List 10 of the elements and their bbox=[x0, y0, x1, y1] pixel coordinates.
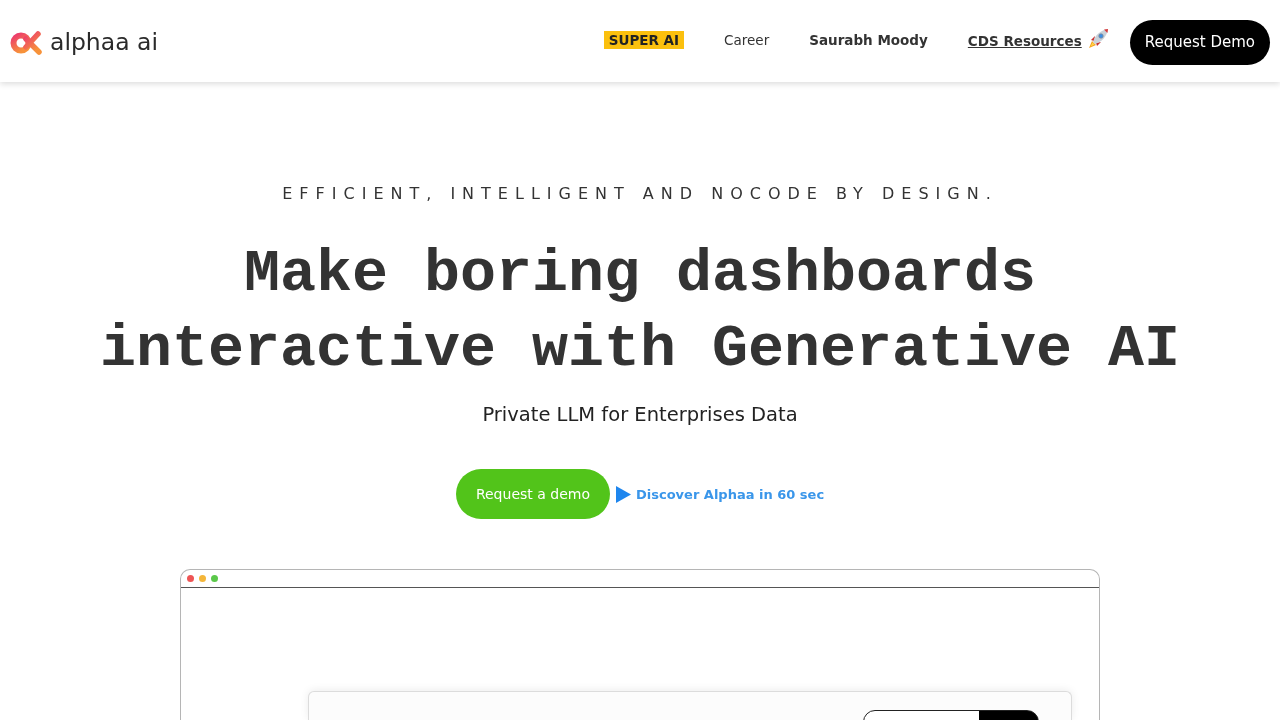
headline: Make boring dashboards interactive with Generative AI bbox=[98, 239, 1182, 385]
tagline: EFFICIENT, INTELLIGENT AND NOCODE BY DESIGN. bbox=[282, 184, 998, 204]
subtitle: Private LLM for Enterprises Data bbox=[482, 402, 798, 428]
logo-icon[interactable] bbox=[10, 29, 44, 55]
nav-link[interactable]: CDS Resources bbox=[967, 32, 1082, 50]
nav-link[interactable]: Saurabh Moody bbox=[809, 30, 928, 49]
play-icon bbox=[615, 485, 631, 503]
request-demo-button[interactable]: Request Demo bbox=[1129, 19, 1270, 65]
logo-text[interactable]: alphaa ai bbox=[50, 28, 158, 56]
nav-link[interactable]: Career bbox=[724, 30, 770, 49]
